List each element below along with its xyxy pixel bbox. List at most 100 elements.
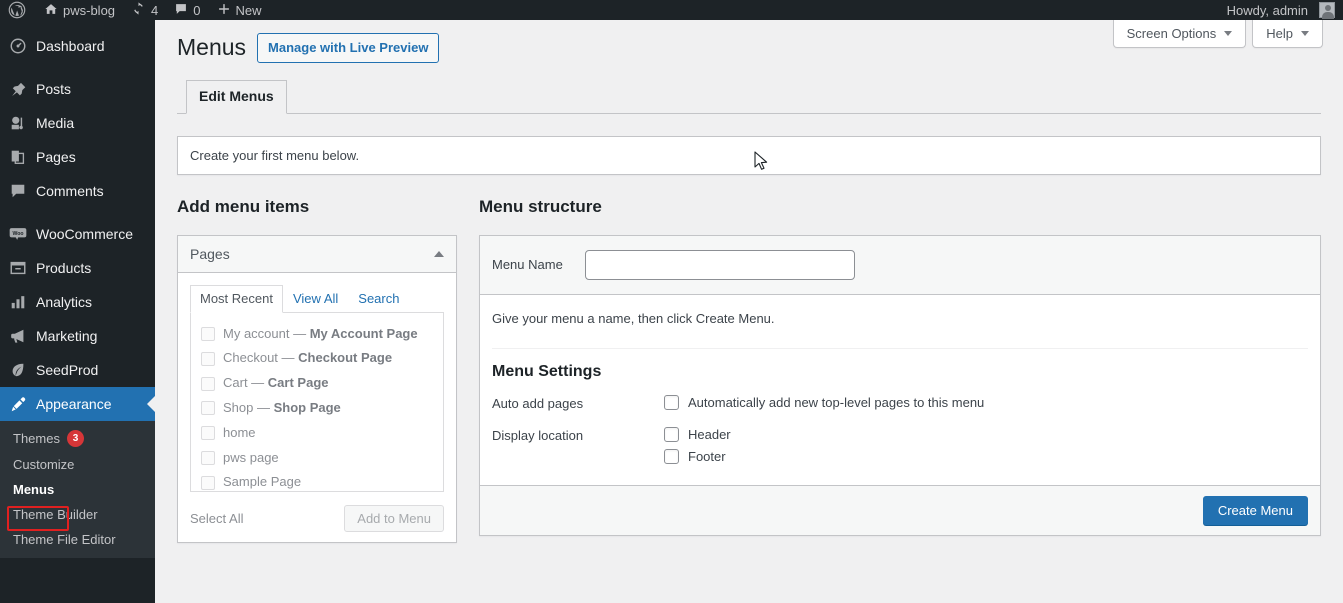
page-checkbox[interactable]: [201, 451, 215, 466]
appearance-submenu: Themes 3 Customize Menus Theme Builder T…: [0, 421, 155, 558]
menu-hint-text: Give your menu a name, then click Create…: [492, 310, 775, 326]
list-item[interactable]: Cart — Cart Page: [201, 371, 433, 396]
menu-spacer-top: [0, 20, 155, 29]
list-item[interactable]: pws page: [201, 446, 433, 471]
nav-tabs: Edit Menus: [177, 80, 1321, 114]
chevron-down-icon: [1224, 31, 1233, 36]
tab-edit-menus[interactable]: Edit Menus: [186, 80, 287, 114]
list-item[interactable]: My account — My Account Page: [201, 322, 433, 347]
sidebar-item-media[interactable]: Media: [0, 106, 155, 140]
sidebar-subitem-customize[interactable]: Customize: [0, 452, 155, 477]
list-item[interactable]: Checkout — Checkout Page: [201, 346, 433, 371]
list-item[interactable]: Sample Page: [201, 470, 433, 490]
updates-menu[interactable]: 4: [123, 0, 166, 20]
screen-options-button[interactable]: Screen Options: [1112, 20, 1247, 48]
updates-icon: [131, 1, 146, 19]
page-checkbox[interactable]: [201, 351, 215, 366]
admin-sidebar: Dashboard Posts Media Pages Comments Woo…: [0, 20, 155, 603]
divider: [492, 347, 1308, 349]
sidebar-item-appearance[interactable]: Appearance: [0, 387, 155, 421]
page-label: Shop — Shop Page: [223, 398, 341, 419]
bar-chart-icon: [0, 293, 36, 311]
sidebar-item-pages[interactable]: Pages: [0, 140, 155, 174]
new-content-menu[interactable]: New: [209, 0, 270, 20]
sidebar-subitem-themes[interactable]: Themes 3: [0, 425, 155, 452]
help-button[interactable]: Help: [1252, 20, 1323, 48]
page-label: home: [223, 423, 256, 444]
sidebar-item-label: Pages: [36, 149, 76, 165]
menu-name-row: Menu Name: [480, 235, 1320, 295]
page-checkbox[interactable]: [201, 327, 215, 342]
sidebar-item-comments[interactable]: Comments: [0, 174, 155, 208]
new-content-label: New: [235, 2, 262, 18]
manage-with-live-preview-button[interactable]: Manage with Live Preview: [257, 33, 440, 63]
page-name: Checkout: [223, 350, 278, 366]
auto-add-pages-option-label: Automatically add new top-level pages to…: [688, 394, 985, 410]
sidebar-subitem-menus[interactable]: Menus: [0, 477, 155, 502]
header-location-checkbox[interactable]: [664, 426, 679, 442]
create-menu-button[interactable]: Create Menu: [1202, 495, 1308, 525]
page-name: home: [223, 424, 256, 440]
sidebar-item-label: Analytics: [36, 294, 93, 310]
list-item[interactable]: Shop — Shop Page: [201, 396, 433, 421]
comments-count: 0: [193, 2, 201, 18]
location-label: Header: [688, 426, 731, 442]
sidebar-item-label: Dashboard: [36, 38, 105, 54]
page-checkbox[interactable]: [201, 401, 215, 416]
sidebar-item-posts[interactable]: Posts: [0, 72, 155, 106]
pages-list-panel: My account — My Account Page Checkout — …: [190, 311, 444, 492]
page-checkbox[interactable]: [201, 376, 215, 391]
list-item[interactable]: home: [201, 421, 433, 446]
sidebar-item-seedprod[interactable]: SeedProd: [0, 353, 155, 387]
menu-edit-footer: Create Menu: [480, 484, 1320, 535]
sidebar-subitem-label: Customize: [13, 457, 75, 472]
chevron-up-icon[interactable]: [434, 250, 444, 257]
auto-add-pages-row: Auto add pages Automatically add new top…: [492, 394, 1308, 417]
sidebar-item-label: Posts: [36, 81, 72, 97]
sidebar-item-analytics[interactable]: Analytics: [0, 285, 155, 319]
sidebar-item-dashboard[interactable]: Dashboard: [0, 29, 155, 63]
display-location-row: Display location Header Footer: [492, 426, 1308, 471]
page-checkbox[interactable]: [201, 426, 215, 441]
footer-location-checkbox[interactable]: [664, 448, 679, 464]
auto-add-pages-option[interactable]: Automatically add new top-level pages to…: [664, 394, 1308, 410]
display-location-option-footer[interactable]: Footer: [664, 448, 1308, 464]
sidebar-subitem-theme-file-editor[interactable]: Theme File Editor: [0, 527, 155, 552]
menu-settings-title: Menu Settings: [492, 362, 602, 380]
site-name-menu[interactable]: pws-blog: [36, 0, 123, 20]
tab-view-all[interactable]: View All: [283, 285, 348, 312]
menu-name-input[interactable]: [584, 249, 855, 280]
comments-menu[interactable]: 0: [166, 0, 208, 20]
tab-most-recent[interactable]: Most Recent: [190, 284, 283, 313]
wp-logo-menu[interactable]: [0, 0, 36, 20]
select-all-link[interactable]: Select All: [190, 511, 243, 526]
pages-panel-actions: Select All Add to Menu: [190, 492, 444, 532]
display-location-option-header[interactable]: Header: [664, 426, 1308, 442]
sidebar-subitem-theme-builder[interactable]: Theme Builder: [0, 502, 155, 527]
auto-add-pages-label: Auto add pages: [492, 395, 584, 411]
sidebar-item-marketing[interactable]: Marketing: [0, 319, 155, 353]
paintbrush-icon: [0, 395, 36, 413]
menu-edit-box: Menu Name Give your menu a name, then cl…: [479, 234, 1321, 536]
sidebar-item-woocommerce[interactable]: Woo WooCommerce: [0, 217, 155, 251]
page-type: My Account Page: [309, 325, 418, 341]
page-name: Cart: [223, 375, 248, 391]
sidebar-item-label: SeedProd: [36, 362, 99, 378]
products-box-icon: [0, 259, 36, 277]
sidebar-item-label: WooCommerce: [36, 226, 133, 242]
page-type: Checkout Page: [298, 350, 393, 366]
page-suffix: —: [277, 350, 299, 366]
sidebar-subitem-label: Theme Builder: [13, 507, 98, 522]
sidebar-item-label: Comments: [36, 183, 104, 199]
page-checkbox[interactable]: [201, 475, 215, 490]
my-account-menu[interactable]: Howdy, admin: [1219, 0, 1343, 20]
pages-postbox-header[interactable]: Pages: [178, 235, 456, 273]
add-menu-items-title: Add menu items: [177, 196, 310, 216]
main-content: Screen Options Help Menus Manage with Li…: [155, 20, 1343, 603]
page-label: pws page: [223, 448, 279, 469]
sidebar-item-products[interactable]: Products: [0, 251, 155, 285]
dashboard-gauge-icon: [0, 37, 36, 55]
auto-add-pages-checkbox[interactable]: [664, 394, 679, 410]
tab-search[interactable]: Search: [348, 285, 409, 312]
add-to-menu-button[interactable]: Add to Menu: [344, 504, 444, 532]
